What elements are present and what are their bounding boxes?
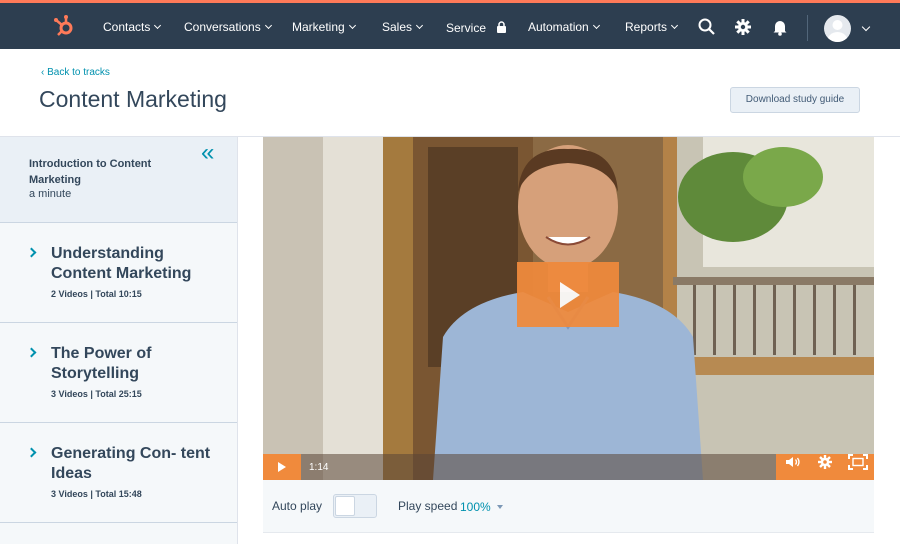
user-silhouette-icon: [827, 20, 848, 42]
fullscreen-icon[interactable]: [848, 454, 868, 470]
chevron-right-icon: [26, 247, 37, 258]
gear-icon[interactable]: [817, 454, 833, 470]
play-overlay-button[interactable]: [517, 262, 619, 327]
module-meta: 2 Videos | Total 10:15: [51, 289, 142, 299]
current-lesson[interactable]: Introduction to Content Marketing a minu…: [0, 137, 237, 223]
nav-contacts[interactable]: Contacts: [103, 20, 162, 34]
chevron-down-icon: [154, 21, 162, 30]
caret-down-icon[interactable]: [497, 505, 503, 509]
nav-automation[interactable]: Automation: [528, 20, 600, 34]
chevron-right-icon: [26, 347, 37, 358]
volume-icon[interactable]: [785, 454, 801, 470]
module-title: Generating Con- tent Ideas: [51, 445, 211, 482]
page-title: Content Marketing: [39, 86, 227, 112]
chevron-right-icon: [26, 447, 37, 458]
search-icon[interactable]: [697, 17, 717, 37]
bell-icon[interactable]: [770, 17, 790, 37]
nav-marketing[interactable]: Marketing: [292, 20, 356, 34]
module-item[interactable]: Generating Con- tent Ideas 3 Videos | To…: [0, 423, 237, 523]
video-controls: 1:14: [263, 454, 874, 480]
module-title: The Power of Storytelling: [51, 345, 152, 382]
module-item[interactable]: The Power of Storytelling 3 Videos | Tot…: [0, 323, 237, 423]
download-study-guide-button[interactable]: Download study guide: [730, 87, 860, 113]
video-player[interactable]: 1:14: [263, 137, 874, 480]
autoplay-label: Auto play: [272, 499, 323, 513]
nav-sales[interactable]: Sales: [382, 20, 424, 34]
current-lesson-title: Introduction to Content Marketing: [29, 158, 152, 186]
lock-icon: [497, 21, 507, 33]
sprocket-logo-icon[interactable]: [52, 14, 76, 38]
chevron-down-icon[interactable]: [861, 22, 871, 32]
avatar[interactable]: [824, 15, 851, 42]
nav-reports[interactable]: Reports: [625, 20, 679, 34]
autoplay-toggle[interactable]: [333, 494, 377, 518]
collapse-sidebar-icon[interactable]: «: [201, 141, 215, 165]
chevron-down-icon: [415, 21, 424, 30]
play-speed-label: Play speed: [398, 499, 458, 513]
nav-service[interactable]: Service: [446, 20, 507, 35]
chevron-down-icon: [264, 21, 272, 30]
play-button[interactable]: [263, 454, 301, 480]
chevron-down-icon: [592, 21, 600, 30]
nav-conversations[interactable]: Conversations: [184, 20, 272, 34]
play-icon: [560, 282, 580, 308]
play-speed-select[interactable]: 100%: [460, 500, 491, 514]
video-control-group: [776, 454, 874, 480]
nav-divider: [807, 15, 808, 41]
current-lesson-duration: a minute: [29, 188, 72, 200]
playback-settings: Auto play Play speed 100%: [263, 480, 874, 533]
module-title: Understanding Content Marketing: [51, 245, 192, 282]
track-sidebar: Introduction to Content Marketing a minu…: [0, 137, 238, 544]
gear-icon[interactable]: [733, 17, 753, 37]
module-meta: 3 Videos | Total 15:48: [51, 489, 142, 499]
back-to-tracks-link[interactable]: ‹ Back to tracks: [41, 67, 110, 78]
module-item[interactable]: Understanding Content Marketing 2 Videos…: [0, 223, 237, 323]
video-time: 1:14: [309, 462, 329, 473]
play-icon: [278, 462, 286, 472]
top-nav: Contacts Conversations Marketing Sales S…: [0, 0, 900, 49]
toggle-knob: [335, 496, 355, 516]
chevron-down-icon: [670, 21, 679, 30]
module-meta: 3 Videos | Total 25:15: [51, 389, 142, 399]
chevron-down-icon: [348, 21, 356, 30]
